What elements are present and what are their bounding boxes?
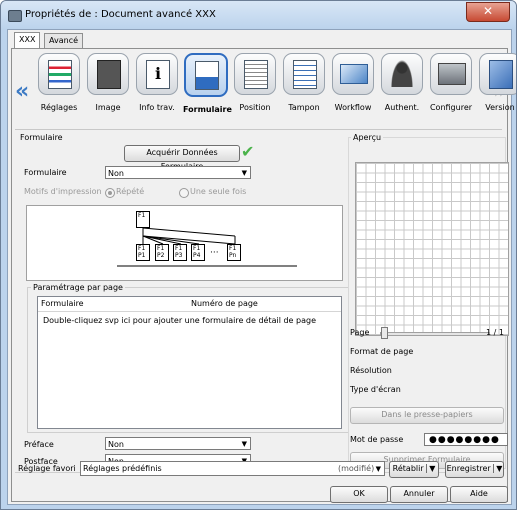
aide-button[interactable]: Aide [450,486,508,503]
apercu-title: Aperçu [351,133,384,142]
diagram-ellipsis: ··· [210,248,219,258]
version-icon [479,53,516,95]
form-select[interactable]: Non ▼ [105,166,251,179]
chevron-down-icon[interactable]: ▼ [493,464,503,473]
toolbar-info-trav[interactable]: i Info trav. [134,53,180,112]
password-label: Mot de passe [350,435,404,444]
page-form-list[interactable]: Formulaire Numéro de page Double-cliquez… [37,296,342,429]
column-numero-page[interactable]: Numéro de page [191,299,258,308]
screen-type-label: Type d'écran [350,385,401,394]
dialog-window: Propriétés de : Document avancé XXX ✕ XX… [0,0,517,510]
form-label: Formulaire [24,168,67,177]
clipboard-button[interactable]: Dans le presse-papiers [350,407,504,424]
tab-xxx[interactable]: XXX [14,32,41,49]
form-diagram: F1 F1 P1 F1 P2 F1 P3 F1 P4 ··· F1 Pn [26,205,343,281]
list-item[interactable]: Double-cliquez svp ici pour ajouter une … [43,316,316,325]
checkmark-icon: ✔ [241,142,255,161]
toolbar-formulaire[interactable]: Formulaire [183,53,232,114]
chevron-down-icon[interactable]: ▼ [426,464,436,473]
printer-config-icon [430,53,472,95]
diagram-page-n: F1 Pn [227,244,241,261]
position-icon [234,53,276,95]
info-icon: i [136,53,178,95]
scroll-left-icon[interactable]: « [15,79,29,104]
page-value: 1 / 1 [486,328,504,337]
toolbar-version[interactable]: Version [477,53,516,112]
form-icon [184,53,228,97]
workflow-icon [332,53,374,95]
radio-repete-label: Répété [116,187,145,196]
authentication-icon [381,53,423,95]
radio-seule-fois [179,188,189,198]
toolbar-configurer[interactable]: Configurer [428,53,474,112]
acquire-form-data-button[interactable]: Acquérir Données Formulaire [124,145,240,171]
toolbar-position[interactable]: Position [232,53,278,112]
favori-label: Réglage favori [18,464,76,473]
diagram-page-2: F1 P2 [155,244,169,261]
chevron-down-icon: ▼ [375,465,381,473]
diagram-page-3: F1 P3 [173,244,187,261]
diagram-page-4: F1 P4 [191,244,205,261]
preview-canvas [355,162,509,336]
tab-avance[interactable]: Avancé [44,33,84,49]
dialog-client: XXX Avancé « » Réglages Image i Info tra… [7,29,516,505]
settings-icon [38,53,80,95]
ok-button[interactable]: OK [330,486,388,503]
page-slider-thumb[interactable] [381,327,388,339]
tab-page: « » Réglages Image i Info trav. Formulai [11,48,516,502]
toolbar-workflow[interactable]: Workflow [330,53,376,112]
toolbar-authent[interactable]: Authent. [379,53,425,112]
motifs-label: Motifs d'impression [24,187,102,196]
column-formulaire[interactable]: Formulaire [41,299,84,308]
list-header: Formulaire Numéro de page [38,297,341,312]
diagram-page-1: F1 P1 [136,244,150,261]
toolbar-tampon[interactable]: Tampon [281,53,327,112]
formulaire-group-title: Formulaire [20,133,63,142]
password-input[interactable]: ●●●●●●●● [424,433,508,446]
image-icon [87,53,129,95]
chevron-down-icon: ▼ [241,440,247,448]
resolution-label: Résolution [350,366,392,375]
annuler-button[interactable]: Annuler [390,486,448,503]
preface-label: Préface [24,440,54,449]
diagram-arrows [117,227,297,267]
radio-repete [105,188,115,198]
title-bar: Propriétés de : Document avancé XXX ✕ [1,1,516,29]
close-button[interactable]: ✕ [466,2,510,22]
page-label: Page [350,328,370,337]
stamp-icon [283,53,325,95]
enregistrer-button[interactable]: Enregistrer ▼ [445,461,504,478]
preface-select[interactable]: Non ▼ [105,437,251,450]
chevron-down-icon: ▼ [241,169,247,177]
format-label: Format de page [350,347,414,356]
radio-seule-fois-label: Une seule fois [190,187,247,196]
parametrage-title: Paramétrage par page [31,283,125,292]
retablir-button[interactable]: Rétablir ▼ [389,461,439,478]
toolbar-reglages[interactable]: Réglages [36,53,82,112]
toolbar-image[interactable]: Image [85,53,131,112]
toolbar-separator [15,129,502,130]
window-title: Propriétés de : Document avancé XXX [25,9,216,20]
page-slider-track[interactable] [380,332,490,336]
printer-icon [8,10,22,22]
diagram-form-top: F1 [136,211,150,228]
favori-select[interactable]: Réglages prédéfinis (modifié) ▼ [80,461,385,476]
